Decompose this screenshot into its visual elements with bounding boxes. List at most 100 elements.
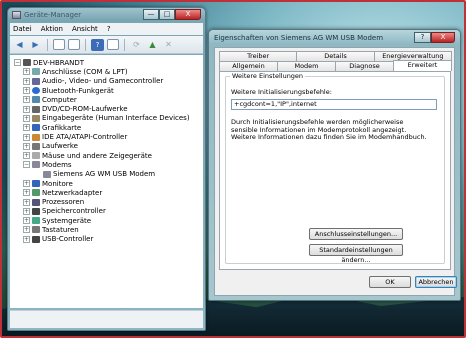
tree-item-label: Eingabegeräte (Human Interface Devices) [42, 114, 190, 123]
tree-item-modems[interactable]: − Modems [14, 160, 203, 169]
tree-item[interactable]: + Grafikkarte [14, 123, 203, 132]
expand-icon[interactable]: + [23, 226, 30, 234]
device-manager-icon [12, 11, 21, 19]
forward-arrow-icon[interactable]: ▶ [29, 39, 42, 51]
ok-button[interactable]: OK [369, 276, 411, 288]
tab-details[interactable]: Details [296, 51, 375, 61]
tree-item[interactable]: + Anschlüsse (COM & LPT) [14, 67, 203, 76]
tree-item[interactable]: + Eingabegeräte (Human Interface Devices) [14, 114, 203, 123]
expand-icon[interactable]: + [23, 152, 30, 160]
expand-icon[interactable]: + [23, 87, 30, 95]
tree-item-label: Prozessoren [42, 198, 85, 207]
tree-item-label: Netzwerkadapter [42, 188, 103, 197]
tree-item[interactable]: + Bluetooth-Funkgerät [14, 86, 203, 95]
tree-item-label: DVD/CD-ROM-Laufwerke [42, 105, 128, 114]
back-arrow-icon[interactable]: ◀ [13, 39, 26, 51]
computer-root-icon [23, 59, 31, 67]
expand-icon[interactable]: + [23, 198, 30, 206]
update-driver-icon[interactable]: ▲ [146, 39, 159, 51]
properties-dialog: Eigenschaften von Siemens AG WM USB Mode… [208, 29, 461, 301]
tab-diagnose[interactable]: Diagnose [335, 61, 394, 71]
tree-item-modem-device[interactable]: Siemens AG WM USB Modem [14, 170, 203, 179]
tree-item[interactable]: + DVD/CD-ROM-Laufwerke [14, 104, 203, 113]
tree-item[interactable]: + Computer [14, 95, 203, 104]
device-manager-title: Geräte-Manager [24, 11, 82, 19]
tab-treiber[interactable]: Treiber [219, 51, 298, 61]
tree-root-label: DEV-HBRANDT [33, 58, 85, 67]
tree-item[interactable]: + Systemgeräte [14, 216, 203, 225]
show-hide-tree-icon[interactable] [53, 39, 65, 50]
menu-help[interactable]: ? [107, 25, 111, 33]
uninstall-icon[interactable]: ✕ [162, 39, 175, 51]
status-bar [10, 310, 203, 328]
dialog-close-button[interactable]: X [431, 32, 455, 43]
tab-modem[interactable]: Modem [277, 61, 336, 71]
menu-aktion[interactable]: Aktion [41, 25, 63, 33]
expand-icon[interactable]: + [23, 124, 30, 132]
menu-ansicht[interactable]: Ansicht [72, 25, 98, 33]
init-commands-description: Durch Initialisierungsbefehle werden mög… [231, 118, 427, 141]
expand-icon[interactable]: + [23, 207, 30, 215]
tree-item[interactable]: + Netzwerkadapter [14, 188, 203, 197]
port-settings-button[interactable]: Anschlusseinstellungen... [309, 228, 403, 240]
help-button[interactable]: ? [414, 32, 431, 43]
tree-item[interactable]: + Mäuse und andere Zeigegeräte [14, 151, 203, 160]
tab-allgemein[interactable]: Allgemein [219, 61, 278, 71]
modem-icon [32, 161, 40, 169]
tree-item-label: IDE ATA/ATAPI-Controller [42, 133, 128, 142]
tree-item-label: Modems [42, 160, 72, 169]
tab-row-2: Allgemein Modem Diagnose Erweitert [219, 60, 452, 71]
tree-item[interactable]: + Audio-, Video- und Gamecontroller [14, 77, 203, 86]
tab-erweitert[interactable]: Erweitert [393, 60, 452, 71]
tree-item-label: Grafikkarte [42, 123, 82, 132]
tree-item-label: USB-Controller [42, 235, 94, 244]
help-book-icon[interactable]: ? [91, 38, 104, 51]
cancel-button[interactable]: Abbrechen [415, 276, 457, 288]
tree-item[interactable]: + USB-Controller [14, 235, 203, 244]
tree-item[interactable]: + Prozessoren [14, 197, 203, 206]
expand-icon[interactable]: + [23, 217, 30, 225]
maximize-button[interactable]: □ [159, 9, 175, 20]
tree-item-label: Siemens AG WM USB Modem [53, 170, 156, 179]
expand-icon[interactable]: + [23, 96, 30, 104]
view-icon[interactable] [68, 39, 80, 50]
menu-datei[interactable]: Datei [13, 25, 32, 33]
tree-item[interactable]: + IDE ATA/ATAPI-Controller [14, 132, 203, 141]
toolbar-separator [124, 38, 125, 51]
hid-icon [32, 114, 40, 122]
expand-icon[interactable]: + [23, 133, 30, 141]
collapse-icon[interactable]: − [14, 59, 21, 67]
toolbar-separator [47, 38, 48, 51]
port-icon [32, 68, 40, 76]
tree-item-label: Tastaturen [42, 225, 79, 234]
init-commands-input[interactable]: +cgdcont=1,"IP",internet [231, 99, 437, 110]
monitor-icon [32, 180, 40, 187]
expand-icon[interactable]: + [23, 68, 30, 76]
expand-icon[interactable]: + [23, 142, 30, 150]
expand-icon[interactable]: + [23, 180, 30, 187]
expand-icon[interactable]: + [23, 77, 30, 85]
scan-hardware-icon[interactable]: ⟳ [130, 39, 143, 51]
tree-root[interactable]: − DEV-HBRANDT [14, 58, 203, 67]
device-manager-window: Geräte-Manager — □ X Datei Aktion Ansich… [7, 7, 206, 331]
change-defaults-button[interactable]: Standardeinstellungen ändern... [309, 244, 403, 264]
expand-icon[interactable]: + [23, 105, 30, 113]
expand-icon[interactable]: + [23, 114, 30, 122]
tree-item-label: Computer [42, 95, 77, 104]
close-button[interactable]: X [175, 9, 201, 20]
disk-drive-icon [32, 142, 40, 150]
minimize-button[interactable]: — [143, 9, 159, 20]
dvd-drive-icon [32, 105, 40, 113]
display-adapter-icon [32, 124, 40, 132]
audio-icon [32, 77, 40, 85]
expand-icon[interactable]: + [23, 235, 30, 243]
tree-item-label: Audio-, Video- und Gamecontroller [42, 77, 164, 86]
tree-item[interactable]: + Tastaturen [14, 225, 203, 234]
tree-item[interactable]: + Speichercontroller [14, 207, 203, 216]
tree-item[interactable]: + Laufwerke [14, 142, 203, 151]
tree-item[interactable]: + Monitore [14, 179, 203, 188]
expand-icon[interactable]: + [23, 189, 30, 197]
properties-icon[interactable] [107, 39, 119, 50]
mouse-icon [32, 152, 40, 160]
collapse-icon[interactable]: − [23, 161, 30, 169]
